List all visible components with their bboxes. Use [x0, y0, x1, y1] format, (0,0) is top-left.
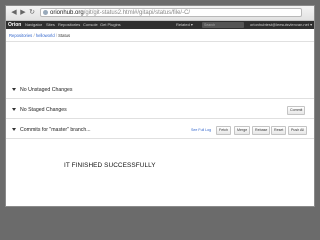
breadcrumb-separator: /	[55, 33, 57, 38]
caret-down-icon[interactable]	[12, 128, 16, 132]
breadcrumb-repo[interactable]: helloworld	[36, 33, 55, 38]
nav-repositories[interactable]: Repositories	[58, 21, 80, 29]
caret-down-icon[interactable]	[12, 88, 16, 92]
related-menu[interactable]: Related ▾	[176, 21, 193, 29]
header-divider	[6, 41, 314, 42]
nav-navigator[interactable]: Navigator	[25, 21, 42, 29]
unstaged-section[interactable]: No Unstaged Changes	[12, 85, 73, 95]
breadcrumb: Repositories / helloworld / Status	[9, 32, 70, 40]
user-menu[interactable]: orionhubtest@leesuisvlenvan.net ▾	[250, 21, 312, 29]
address-bar[interactable]: orionhub.org/git/git-status2.html#/gitap…	[40, 8, 302, 17]
commits-title: Commits for "master" branch...	[20, 127, 91, 133]
brand-logo[interactable]: Orion	[8, 21, 21, 29]
reload-icon[interactable]: ↻	[28, 9, 36, 17]
forward-icon[interactable]: ▶	[19, 9, 27, 17]
search-input[interactable]: Search	[202, 22, 244, 28]
merge-button[interactable]: Merge	[234, 126, 251, 135]
breadcrumb-separator: /	[33, 33, 35, 38]
nav-console[interactable]: Console	[83, 21, 98, 29]
nav-sites[interactable]: Sites	[46, 21, 55, 29]
back-icon[interactable]: ◀	[10, 9, 18, 17]
top-navigation: Orion Navigator Sites Repositories Conso…	[6, 21, 314, 29]
commit-button[interactable]: Commit	[287, 106, 306, 115]
address-host: orionhub.org	[50, 10, 84, 16]
breadcrumb-current: Status	[58, 33, 71, 38]
breadcrumb-repositories[interactable]: Repositories	[9, 33, 32, 38]
push-all-button[interactable]: Push All	[288, 126, 307, 135]
fetch-button[interactable]: Fetch	[216, 126, 231, 135]
section-divider	[6, 98, 314, 99]
browser-window: ◀ ▶ ↻ orionhub.org/git/git-status2.html#…	[5, 5, 315, 207]
address-path: /git/git-status2.html#/gitapi/status/fil…	[83, 10, 191, 16]
staged-section[interactable]: No Staged Changes	[12, 105, 67, 115]
unstaged-title: No Unstaged Changes	[20, 87, 73, 93]
caret-down-icon[interactable]	[12, 108, 16, 112]
commits-section[interactable]: Commits for "master" branch...	[12, 125, 91, 135]
browser-toolbar: ◀ ▶ ↻ orionhub.org/git/git-status2.html#…	[6, 6, 314, 21]
site-icon	[43, 10, 48, 15]
section-divider	[6, 118, 314, 119]
success-message: IT FINISHED SUCCESSFULLY	[64, 162, 156, 169]
reset-button[interactable]: Reset	[271, 126, 287, 135]
rebase-button[interactable]: Rebase	[252, 126, 271, 135]
section-divider	[6, 138, 314, 139]
staged-title: No Staged Changes	[20, 107, 67, 113]
see-full-log-link[interactable]: See Full Log	[191, 127, 211, 134]
nav-get-plugins[interactable]: Get Plugins	[100, 21, 121, 29]
